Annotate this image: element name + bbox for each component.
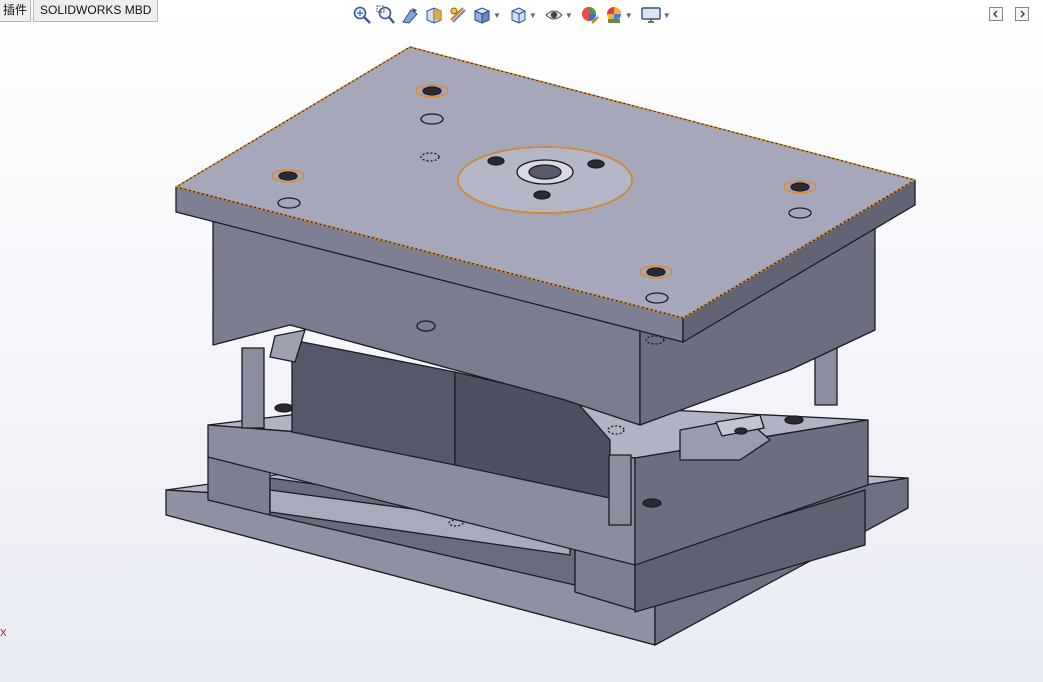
mold-assembly-model[interactable] <box>165 46 916 646</box>
collapse-left-pane-button[interactable] <box>989 7 1003 21</box>
display-style-icon <box>511 7 526 24</box>
hide-show-items-icon <box>545 10 563 20</box>
locating-ring[interactable] <box>457 146 633 214</box>
display-style-button[interactable]: ▼ <box>508 5 540 25</box>
dynamic-annotation-views-button[interactable] <box>448 5 468 25</box>
section-view-icon <box>426 7 442 24</box>
chevron-down-icon: ▼ <box>624 10 633 20</box>
edit-appearance-icon <box>581 7 599 24</box>
chevron-down-icon: ▼ <box>493 10 501 20</box>
hide-show-items-button[interactable]: ▼ <box>544 5 576 25</box>
apply-scene-button[interactable]: ▼ <box>604 5 636 25</box>
heads-up-view-toolbar: ▼ ▼ ▼ ▼ ▼ <box>352 4 678 26</box>
collapse-right-pane-button[interactable] <box>1015 7 1029 21</box>
tab-plugins[interactable]: 插件 <box>0 0 32 22</box>
pane-left-icon <box>989 7 1003 21</box>
pane-right-icon <box>1015 7 1029 21</box>
triad-x-label: X <box>0 628 7 639</box>
chevron-down-icon: ▼ <box>662 10 671 20</box>
view-settings-icon <box>640 7 661 23</box>
zoom-to-fit-icon <box>353 6 371 24</box>
view-settings-button[interactable]: ▼ <box>640 5 674 25</box>
edit-appearance-button[interactable] <box>580 5 600 25</box>
previous-view-icon <box>402 8 418 24</box>
zoom-to-area-icon <box>376 5 395 24</box>
chevron-down-icon: ▼ <box>528 10 537 20</box>
section-view-button[interactable] <box>424 5 444 25</box>
graphics-viewport[interactable] <box>0 30 1043 682</box>
zoom-to-area-button[interactable] <box>376 5 396 25</box>
zoom-to-fit-button[interactable] <box>352 5 372 25</box>
apply-scene-icon <box>606 7 621 23</box>
tab-solidworks-mbd[interactable]: SOLIDWORKS MBD <box>33 0 159 22</box>
view-orientation-button[interactable]: ▼ <box>472 5 504 25</box>
view-orientation-icon <box>473 7 491 24</box>
dynamic-annotation-views-icon <box>450 7 466 23</box>
reference-triad: X <box>0 628 7 639</box>
command-manager-tabs: 插件 SOLIDWORKS MBD <box>0 0 160 22</box>
chevron-down-icon: ▼ <box>564 10 573 20</box>
previous-view-button[interactable] <box>400 5 420 25</box>
